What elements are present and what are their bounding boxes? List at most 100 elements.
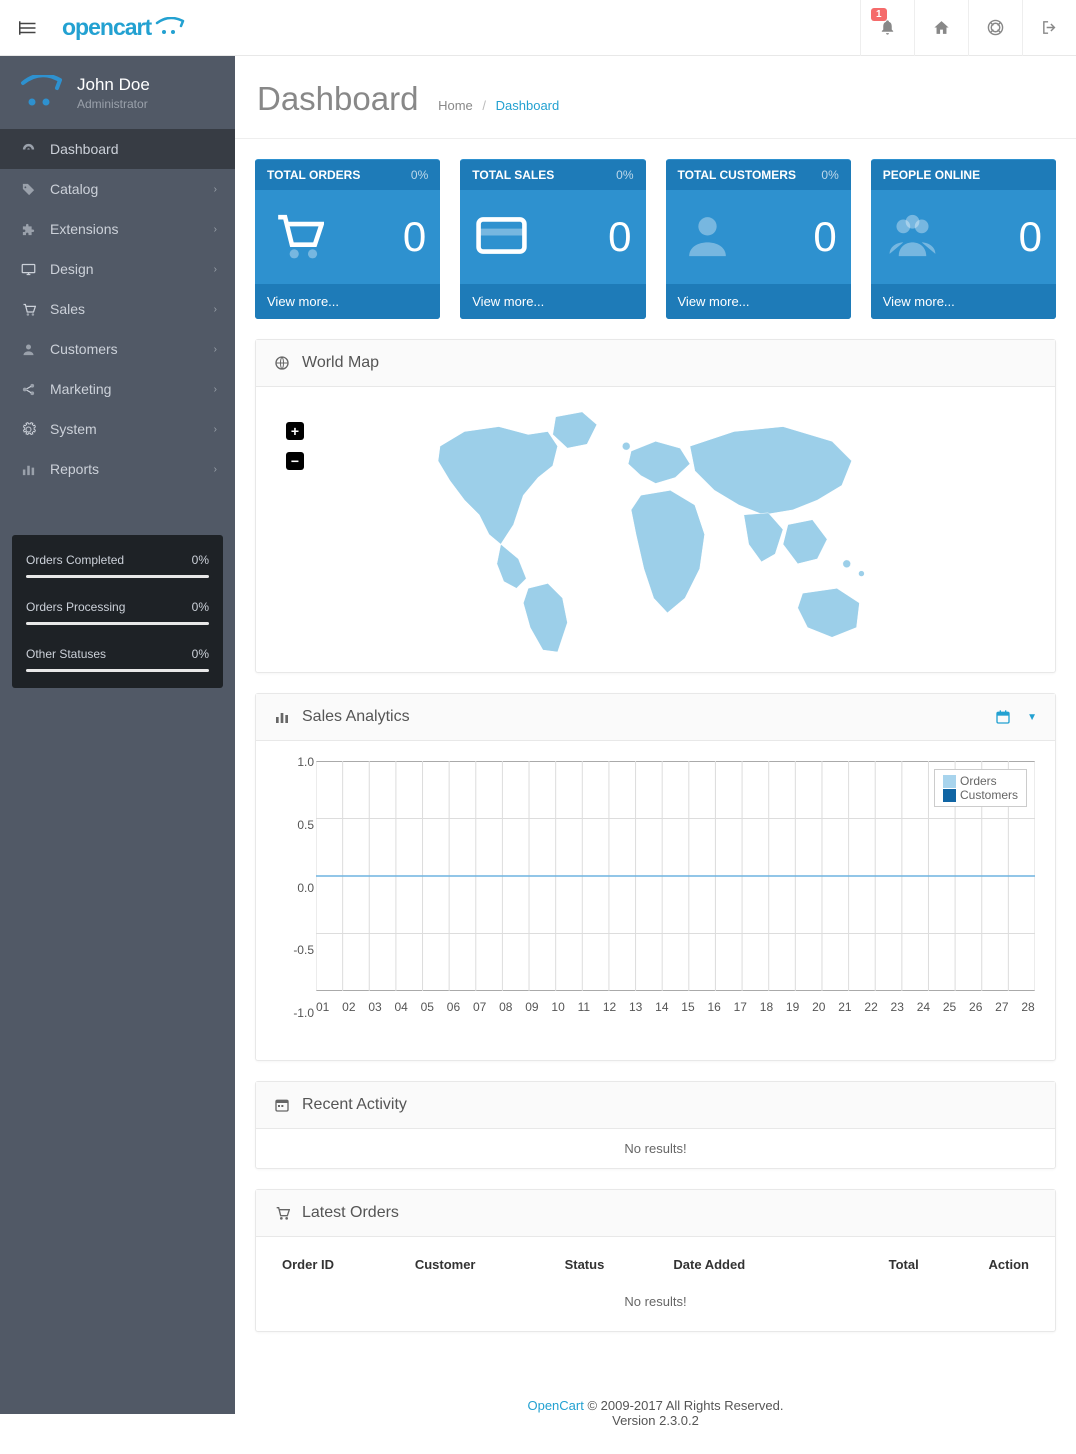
chart-xtick: 11 [578,1000,590,1014]
sidebar-toggle-button[interactable] [0,0,56,56]
world-map[interactable] [371,407,940,652]
chart-xtick: 22 [864,1000,877,1014]
chevron-right-icon: › [214,464,217,475]
chart-xtick: 01 [316,1000,329,1014]
chevron-right-icon: › [214,264,217,275]
footer-brand-link[interactable]: OpenCart [527,1398,583,1413]
nav-item-reports[interactable]: Reports › [0,449,235,489]
stat-value: 0% [192,647,209,661]
chevron-right-icon: › [214,424,217,435]
dashboard-icon [18,142,38,157]
tile-view-more-link[interactable]: View more... [460,284,645,319]
stat-bar [26,575,209,578]
brand-logo[interactable]: opencart [56,14,185,41]
breadcrumb-current[interactable]: Dashboard [496,98,560,113]
nav-item-marketing[interactable]: Marketing › [0,369,235,409]
chevron-right-icon: › [214,304,217,315]
orders-col-order-id: Order ID [274,1247,407,1282]
nav-label: Sales [50,301,85,317]
chart-xtick: 21 [838,1000,851,1014]
stat-label: Other Statuses [26,647,106,661]
chart-xtick: 20 [812,1000,825,1014]
tile-value: 0 [1019,213,1042,261]
nav-item-design[interactable]: Design› [0,249,235,289]
stat-row: Orders Processing0% [12,590,223,637]
chart-xtick: 09 [525,1000,538,1014]
orders-col-status: Status [557,1247,666,1282]
nav-label: Catalog [50,181,98,197]
home-button[interactable] [914,0,968,56]
tile-view-more-link[interactable]: View more... [255,284,440,319]
chart-xtick: 07 [473,1000,486,1014]
recent-activity-empty: No results! [256,1129,1055,1168]
card-icon [474,208,529,266]
tile-title: TOTAL ORDERS [267,168,360,182]
chart-xtick: 03 [368,1000,381,1014]
puzzle-icon [18,222,38,237]
orders-col-date-added: Date Added [665,1247,836,1282]
nav-item-sales[interactable]: Sales › [0,289,235,329]
map-zoom-out-button[interactable]: − [286,452,304,470]
chart-legend: Orders Customers [934,769,1027,807]
nav-label: Extensions [50,221,118,237]
orders-table: Order IDCustomerStatusDate AddedTotalAct… [274,1247,1037,1282]
nav-item-customers[interactable]: Customers› [0,329,235,369]
bell-icon [879,19,896,36]
nav-label: Marketing [50,381,111,397]
calendar-alt-icon [274,1097,290,1113]
gear-icon [18,422,38,437]
nav-menu: DashboardCatalog›Extensions›Design›Sales… [0,129,235,489]
logout-button[interactable] [1022,0,1076,56]
breadcrumb: Home / Dashboard [438,98,559,113]
nav-item-system[interactable]: System› [0,409,235,449]
chart-xtick: 14 [655,1000,668,1014]
page-title: Dashboard [257,80,418,118]
nav-item-catalog[interactable]: Catalog› [0,169,235,209]
chart-xtick: 06 [447,1000,460,1014]
chart-xtick: 08 [499,1000,512,1014]
tile-title: TOTAL CUSTOMERS [678,168,796,182]
user-name: John Doe [77,75,150,95]
globe-icon [274,355,290,371]
tile-view-more-link[interactable]: View more... [871,284,1056,319]
notifications-button[interactable]: 1 [860,0,914,56]
orders-col-customer: Customer [407,1247,557,1282]
calendar-icon [995,709,1011,725]
chart-xtick: 25 [943,1000,956,1014]
chart-xtick: 26 [969,1000,982,1014]
stat-bar [26,669,209,672]
tile-value: 0 [608,213,631,261]
nav-label: Reports [50,461,99,477]
caret-down-icon: ▼ [1027,712,1037,723]
tile-pct: 0% [821,168,838,182]
cart-icon [269,208,324,266]
home-icon [933,19,950,36]
status-box: Orders Completed0%Orders Processing0%Oth… [12,535,223,688]
world-map-panel: World Map + − [255,339,1056,673]
chevron-right-icon: › [214,384,217,395]
stat-label: Orders Processing [26,600,125,614]
shopping-cart-icon [274,1205,290,1221]
sales-chart: 1.00.50.0-0.5-1.0 Orders Customers 01020… [276,761,1035,1040]
nav-item-dashboard[interactable]: Dashboard [0,129,235,169]
bar-chart-icon [274,709,290,725]
footer-version: Version 2.3.0.2 [612,1413,699,1428]
orders-col-action: Action [927,1247,1037,1282]
chart-xtick: 15 [681,1000,694,1014]
chart-range-dropdown[interactable]: ▼ [995,709,1037,725]
tile-value: 0 [813,213,836,261]
breadcrumb-home[interactable]: Home [438,98,473,113]
stat-bar [26,622,209,625]
tile-pct: 0% [616,168,633,182]
map-zoom-in-button[interactable]: + [286,422,304,440]
tile-view-more-link[interactable]: View more... [666,284,851,319]
tile-value: 0 [403,213,426,261]
chart-ytick: -0.5 [276,943,314,957]
tags-icon [18,182,38,197]
users-icon [885,208,940,266]
stat-row: Other Statuses 0% [12,637,223,684]
nav-item-extensions[interactable]: Extensions› [0,209,235,249]
support-button[interactable] [968,0,1022,56]
footer-copyright: © 2009-2017 All Rights Reserved. [584,1398,784,1413]
chart-ytick: 0.0 [276,881,314,895]
